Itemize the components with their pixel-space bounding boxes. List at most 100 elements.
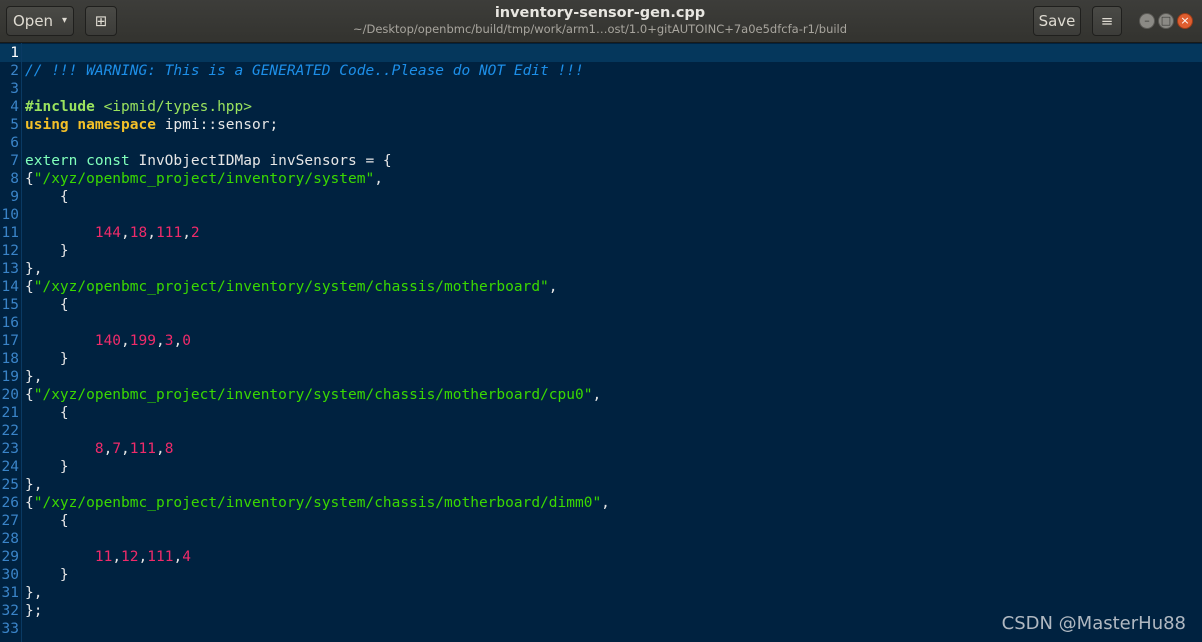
code-line[interactable]: 24 } — [0, 458, 1202, 476]
code-lines: 1 2 // !!! WARNING: This is a GENERATED Co… — [0, 44, 1202, 638]
window-title-block: inventory-sensor-gen.cpp ~/Desktop/openb… — [300, 5, 900, 37]
code-token: { — [25, 189, 69, 205]
line-number: 23 — [1, 441, 19, 457]
maximize-button[interactable]: □ — [1158, 13, 1174, 29]
code-line[interactable]: 28 — [0, 530, 1202, 548]
line-number: 30 — [1, 567, 19, 583]
code-text: }, — [25, 260, 42, 278]
code-token: , — [121, 441, 130, 457]
code-line[interactable]: 14 {"/xyz/openbmc_project/inventory/syste… — [0, 278, 1202, 296]
code-editor[interactable]: 1 2 // !!! WARNING: This is a GENERATED Co… — [0, 43, 1202, 642]
code-text: {"/xyz/openbmc_project/inventory/system"… — [25, 170, 383, 188]
code-token: { — [25, 279, 34, 295]
code-token: , — [182, 225, 191, 241]
code-text: {"/xyz/openbmc_project/inventory/system/… — [25, 494, 610, 512]
code-token: , — [121, 333, 130, 349]
code-token: }, — [25, 261, 43, 277]
code-token: , — [173, 549, 183, 565]
code-token: 7 — [112, 441, 122, 457]
line-number: 20 — [1, 387, 19, 403]
watermark-text: CSDN @MasterHu88 — [1001, 613, 1186, 634]
code-token: InvObjectIDMap invSensors = { — [129, 153, 392, 169]
code-token: , — [112, 549, 122, 565]
code-line[interactable]: 3 — [0, 80, 1202, 98]
code-line[interactable]: 10 — [0, 206, 1202, 224]
code-text: // !!! WARNING: This is a GENERATED Code… — [25, 62, 584, 80]
line-number: 13 — [1, 261, 19, 277]
code-line[interactable]: 13}, — [0, 260, 1202, 278]
line-number: 8 — [10, 171, 19, 187]
code-line[interactable]: 5 using namespace ipmi::sensor; — [0, 116, 1202, 134]
code-token: 11 — [94, 549, 113, 565]
line-number: 18 — [1, 351, 19, 367]
code-line[interactable]: 8 {"/xyz/openbmc_project/inventory/system… — [0, 170, 1202, 188]
code-token: 144 — [94, 225, 122, 241]
code-line[interactable]: 23 8,7,111,8 — [0, 440, 1202, 458]
line-number: 3 — [10, 81, 19, 97]
code-line[interactable]: 18 } — [0, 350, 1202, 368]
code-text: } — [25, 242, 69, 260]
code-text: { — [25, 296, 69, 314]
code-token: 111 — [155, 225, 183, 241]
code-line[interactable]: 21 { — [0, 404, 1202, 422]
code-line[interactable]: 31}, — [0, 584, 1202, 602]
code-token: namespace — [77, 117, 156, 133]
code-line[interactable]: 25}, — [0, 476, 1202, 494]
code-line[interactable]: 9 { — [0, 188, 1202, 206]
code-line[interactable]: 29 11,12,111,4 — [0, 548, 1202, 566]
code-line[interactable]: 27 { — [0, 512, 1202, 530]
minimize-button[interactable]: – — [1139, 13, 1155, 29]
save-button[interactable]: Save — [1033, 6, 1081, 36]
code-token: , — [374, 171, 383, 187]
code-token: "/xyz/openbmc_project/inventory/system/c… — [33, 495, 602, 511]
header-bar: Open ▾ ⊞ inventory-sensor-gen.cpp ~/Desk… — [0, 0, 1202, 43]
code-line[interactable]: 22 — [0, 422, 1202, 440]
line-number: 17 — [1, 333, 19, 349]
code-token: // !!! WARNING: This is a GENERATED Code… — [25, 63, 584, 79]
code-token: #include — [25, 99, 104, 115]
code-token: , — [147, 225, 156, 241]
code-text: } — [25, 350, 69, 368]
line-number: 2 — [10, 63, 19, 79]
code-token: "/xyz/openbmc_project/inventory/system/c… — [33, 387, 593, 403]
code-text: extern const InvObjectIDMap invSensors =… — [25, 152, 392, 170]
code-line[interactable]: 15 { — [0, 296, 1202, 314]
new-document-button[interactable]: ⊞ — [85, 6, 117, 36]
code-line[interactable]: 2 // !!! WARNING: This is a GENERATED Cod… — [0, 62, 1202, 80]
code-token: 8 — [94, 441, 104, 457]
line-number: 16 — [1, 315, 19, 331]
code-token: } — [25, 351, 69, 367]
code-line[interactable]: 4 #include <ipmid/types.hpp> — [0, 98, 1202, 116]
code-token: }, — [25, 477, 43, 493]
code-token: , — [138, 549, 148, 565]
line-number: 31 — [1, 585, 19, 601]
close-button[interactable]: × — [1177, 13, 1193, 29]
line-number: 32 — [1, 603, 19, 619]
code-line[interactable]: 16 — [0, 314, 1202, 332]
line-number: 4 — [10, 99, 19, 115]
open-button[interactable]: Open ▾ — [6, 6, 74, 36]
hamburger-menu-button[interactable]: ≡ — [1092, 6, 1122, 36]
code-text: 11,12,111,4 — [25, 548, 191, 566]
code-line[interactable]: 1 — [0, 44, 1202, 62]
code-token: , — [548, 279, 558, 295]
line-number: 6 — [10, 135, 19, 151]
code-line[interactable]: 19}, — [0, 368, 1202, 386]
code-token: { — [25, 495, 34, 511]
code-line[interactable]: 30 } — [0, 566, 1202, 584]
code-token: using — [25, 117, 69, 133]
code-line[interactable]: 20 {"/xyz/openbmc_project/inventory/syste… — [0, 386, 1202, 404]
code-token: { — [25, 513, 69, 529]
code-line[interactable]: 12 } — [0, 242, 1202, 260]
code-line[interactable]: 7 extern const InvObjectIDMap invSensors … — [0, 152, 1202, 170]
code-line[interactable]: 6 — [0, 134, 1202, 152]
code-line[interactable]: 17 140,199,3,0 — [0, 332, 1202, 350]
line-number: 9 — [10, 189, 19, 205]
code-token: }, — [25, 585, 43, 601]
code-token: 111 — [147, 549, 174, 565]
code-line[interactable]: 11 144,18,111,2 — [0, 224, 1202, 242]
code-line[interactable]: 26 {"/xyz/openbmc_project/inventory/syste… — [0, 494, 1202, 512]
code-text: }, — [25, 368, 42, 386]
